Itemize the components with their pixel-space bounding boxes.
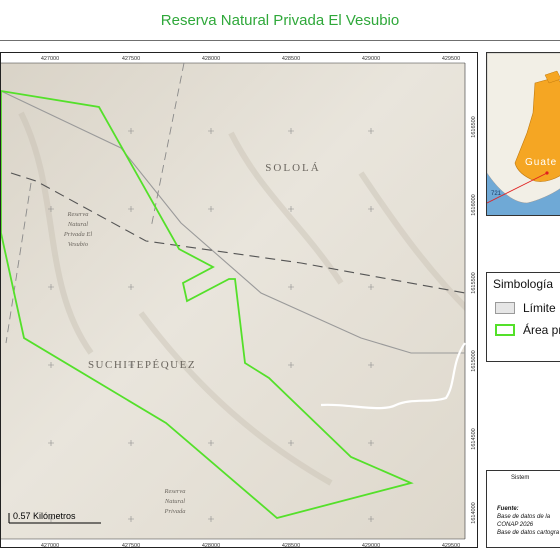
x-tick-top-6: 429500 (442, 56, 460, 62)
label-solola: SOLOLÁ (265, 162, 320, 174)
y-tick-5: 1614500 (471, 428, 477, 449)
terrain-background (1, 53, 477, 547)
bottom-tick-strip (1, 539, 477, 547)
x-tick-top-1: 427000 (41, 56, 59, 62)
main-map[interactable]: 427000 427500 428000 428500 429000 42950… (0, 52, 478, 548)
legend-swatch-limit (495, 302, 515, 314)
x-tick-top-3: 428000 (202, 56, 220, 62)
reserve-label-top-3: Privada El (63, 231, 93, 238)
legend-label-limit: Límite (523, 301, 556, 315)
label-suchitepequez: SUCHITEPÉQUEZ (88, 359, 196, 371)
y-tick-3: 1615500 (471, 272, 477, 293)
reserve-label-top-2: Natural (67, 221, 88, 228)
map-title: Reserva Natural Privada El Vesubio (0, 0, 560, 41)
source-line-1: Base de datos de la (497, 514, 551, 520)
x-tick-bottom-1: 427000 (41, 543, 59, 548)
locator-map[interactable]: Guate 721 (486, 52, 560, 216)
reserve-label-top-1: Reserva (67, 211, 89, 218)
y-tick-6: 1614000 (471, 502, 477, 523)
top-tick-strip (1, 53, 477, 63)
reserve-label-bottom-1: Reserva (164, 488, 186, 495)
x-tick-top-4: 428500 (282, 56, 300, 62)
source-line-2: CONAP 2026 (497, 522, 534, 528)
legend-item-limit: Límite (495, 301, 556, 315)
coordinate-system-label: Sistem (511, 475, 530, 481)
legend-panel: Simbología Límite Área pr (486, 272, 560, 362)
source-title: Fuente: (497, 506, 519, 512)
y-tick-1: 1616500 (471, 116, 477, 137)
reserve-label-top-4: Vesubio (68, 241, 89, 248)
source-block: Fuente: Base de datos de la CONAP 2026 B… (497, 505, 559, 537)
reserve-label-bottom-3: Privada (164, 508, 186, 515)
map-canvas: 427000 427500 428000 428500 429000 42950… (1, 53, 477, 548)
scale-label: 0.57 Kilómetros (13, 511, 76, 521)
y-tick-2: 1616000 (471, 194, 477, 215)
x-tick-bottom-5: 429000 (362, 543, 380, 548)
inset-country-label: Guate (525, 157, 557, 168)
legend-label-area: Área pr (523, 323, 560, 337)
info-panel: Sistem Fuente: Base de datos de la CONAP… (486, 470, 560, 548)
source-line-3: Base de datos cartogra (497, 530, 560, 536)
reserve-label-bottom-2: Natural (164, 498, 185, 505)
x-tick-bottom-2: 427500 (122, 543, 140, 548)
legend-item-area: Área pr (495, 323, 560, 337)
y-tick-4: 1615000 (471, 350, 477, 371)
x-tick-top-2: 427500 (122, 56, 140, 62)
legend-swatch-area (495, 324, 515, 336)
x-tick-top-5: 429000 (362, 56, 380, 62)
x-tick-bottom-6: 429500 (442, 543, 460, 548)
locator-canvas: Guate 721 (487, 53, 560, 215)
x-tick-bottom-4: 428500 (282, 543, 300, 548)
legend-title: Simbología (493, 277, 554, 291)
x-tick-bottom-3: 428000 (202, 543, 220, 548)
